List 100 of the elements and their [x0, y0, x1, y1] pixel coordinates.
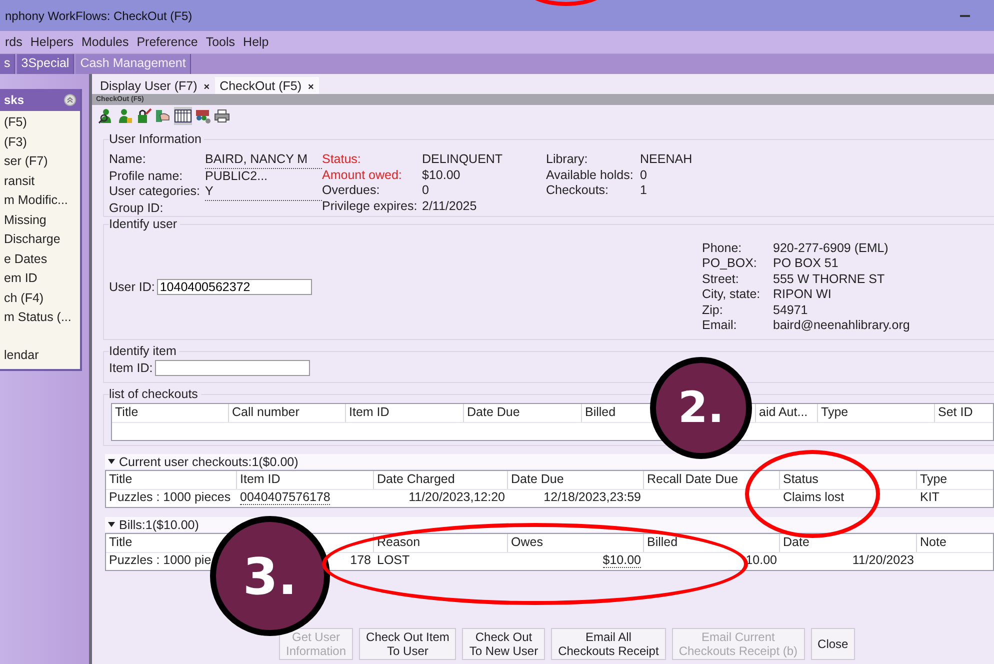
module-tab[interactable]: 3Special [17, 54, 74, 74]
field-label: Privilege expires: [322, 198, 418, 214]
task-link[interactable]: (F3) [4, 132, 80, 152]
field-label: Overdues: [322, 183, 381, 198]
task-link[interactable]: e Dates [4, 250, 80, 269]
table-cell[interactable]: 0040407576178 [240, 490, 330, 505]
task-link[interactable]: (F5) [4, 113, 80, 132]
table-cell: Claims lost [783, 490, 844, 504]
menu-item[interactable]: Preference [136, 35, 198, 49]
column-header[interactable]: Status [780, 471, 917, 489]
column-header[interactable]: Set ID [935, 404, 993, 422]
people-gear-icon[interactable] [195, 108, 211, 124]
table-cell: Puzzles : 1000 pie [109, 553, 212, 567]
field-value[interactable]: Y [205, 184, 322, 200]
task-link[interactable]: ch (F4) [4, 288, 80, 308]
table-cell: LOST [377, 553, 410, 567]
user-edit-icon[interactable] [136, 108, 152, 124]
task-link[interactable]: ransit [4, 172, 80, 191]
field-value: 1 [640, 183, 648, 198]
section-title: Bills:1($10.00) [119, 518, 199, 532]
column-header[interactable]: Date Due [508, 471, 644, 489]
table-cell: 10.00 [746, 553, 777, 567]
column-header[interactable]: Recall Date Due [644, 471, 780, 489]
collapse-icon[interactable] [64, 94, 76, 106]
task-link[interactable]: ser (F7) [4, 152, 80, 172]
field-value: PO BOX 51 [773, 256, 840, 272]
printer-icon[interactable] [214, 108, 230, 124]
item-id-field[interactable] [154, 360, 310, 376]
panel-title: sks [4, 93, 24, 107]
field-label: Checkouts: [546, 183, 610, 198]
field-value: DELINQUENT [422, 152, 504, 168]
table-cell[interactable]: $10.00 [602, 553, 641, 568]
module-tab[interactable]: s [0, 54, 16, 74]
section-title: Identify user [109, 217, 180, 231]
tab[interactable]: CheckOut (F5) × [214, 77, 319, 94]
field-value: 0 [422, 183, 430, 198]
user-lock-icon[interactable] [117, 108, 133, 124]
menu-item[interactable]: rds [5, 35, 22, 49]
task-link[interactable]: Missing [4, 210, 80, 230]
hand-card-icon[interactable] [155, 108, 171, 124]
expanded-arrow-icon[interactable] [108, 459, 115, 464]
action-button[interactable]: Check Out Item To User [359, 628, 456, 660]
close-icon[interactable]: × [308, 82, 314, 93]
field-label: Amount owed: [322, 168, 403, 183]
column-header[interactable]: Owes [508, 534, 644, 552]
field-value: PUBLIC2... [205, 168, 269, 184]
menu-item[interactable]: Help [243, 35, 269, 49]
table-icon[interactable] [174, 107, 192, 125]
column-header[interactable]: aid Aut... [756, 404, 818, 422]
field-value: 555 W THORNE ST [773, 272, 886, 288]
field-value: 0 [640, 168, 648, 183]
field-value: 920-277-6909 (EML) [773, 241, 890, 256]
column-header[interactable]: Type [917, 471, 993, 489]
menu-item[interactable]: Modules [81, 35, 129, 49]
field-label: Street: [702, 272, 740, 288]
field-label: Status: [322, 152, 362, 168]
column-header[interactable]: Type [818, 404, 935, 422]
action-button[interactable]: Check Out To New User [462, 628, 546, 660]
tab[interactable]: Display User (F7) × [95, 77, 215, 94]
column-header[interactable]: Item ID [346, 404, 464, 422]
field-label: Available holds: [546, 168, 634, 183]
action-button[interactable]: Email All Checkouts Receipt [551, 628, 666, 660]
task-link[interactable]: Discharge [4, 230, 80, 250]
field-label: Group ID: [109, 200, 164, 216]
column-header[interactable]: Date Due [464, 404, 582, 422]
section-title: list of checkouts [109, 387, 201, 401]
section-title: Identify item [109, 344, 180, 358]
menu-item[interactable]: Tools [206, 35, 236, 49]
table-cell: 11/20/2023,12:20 [408, 490, 505, 504]
table-cell: 11/20/2023 [852, 553, 914, 567]
column-header[interactable]: Note [917, 534, 993, 552]
column-header[interactable]: Date [780, 534, 917, 552]
minimize-icon[interactable] [960, 15, 970, 18]
task-link[interactable]: m Status (... [4, 308, 80, 328]
column-header[interactable]: Date Charged [374, 471, 508, 489]
task-link[interactable]: em ID [4, 269, 80, 288]
field-label: Library: [546, 152, 589, 168]
table-cell: KIT [920, 490, 940, 504]
task-link[interactable]: m Modific... [4, 191, 80, 210]
close-icon[interactable]: × [204, 82, 210, 93]
section-title: User Information [109, 132, 204, 146]
field-label: Phone: [702, 241, 743, 256]
field-value[interactable]: BAIRD, NANCY M [205, 152, 322, 168]
column-header[interactable]: Item ID [237, 471, 374, 489]
user-id-field[interactable]: 1040400562372 [156, 279, 312, 295]
field-value: 54971 [773, 302, 809, 318]
action-button[interactable]: Close [810, 628, 856, 660]
field-label: User ID: [109, 280, 155, 294]
expanded-arrow-icon[interactable] [108, 522, 115, 527]
column-header[interactable]: Billed [644, 534, 780, 552]
field-label: Email: [702, 318, 738, 334]
column-header[interactable]: Title [106, 471, 237, 489]
task-link[interactable]: lendar [4, 346, 80, 365]
column-header[interactable]: Title [106, 534, 206, 552]
user-search-icon[interactable] [98, 108, 114, 124]
column-header[interactable]: Title [112, 404, 229, 422]
field-label: User categories: [109, 184, 202, 200]
menu-item[interactable]: Helpers [30, 35, 74, 49]
column-header[interactable]: Call number [229, 404, 346, 422]
field-label: Zip: [702, 302, 724, 318]
